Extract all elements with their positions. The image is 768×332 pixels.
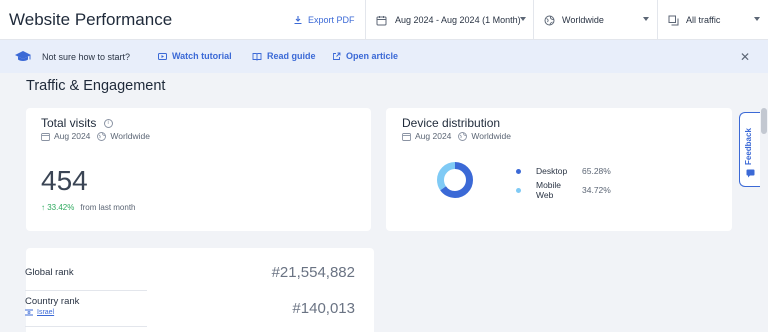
divider: [365, 0, 366, 40]
card-filters: Aug 2024 Worldwide: [41, 131, 150, 141]
info-icon[interactable]: i: [103, 119, 113, 129]
layers-icon: [668, 15, 679, 25]
legend-label: Desktop: [536, 166, 568, 176]
calendar-icon: [402, 132, 411, 141]
globe-icon: [544, 15, 555, 25]
feedback-label: Feedback: [744, 128, 753, 165]
device-donut-chart: [437, 162, 473, 198]
video-icon: [158, 52, 167, 60]
card-region: Worldwide: [471, 131, 511, 141]
global-rank-value: #21,554,882: [271, 264, 355, 281]
country-name: Israel: [37, 309, 55, 316]
feedback-tab[interactable]: Feedback: [739, 112, 760, 187]
graduation-cap-icon: [15, 51, 31, 61]
watch-tutorial-link[interactable]: Watch tutorial: [158, 51, 232, 61]
card-period: Aug 2024: [415, 131, 452, 141]
read-guide-link[interactable]: Read guide: [252, 51, 316, 61]
calendar-icon: [41, 132, 50, 141]
page-title: Website Performance: [9, 10, 173, 29]
legend-value: 65.28%: [582, 166, 611, 176]
card-filters: Aug 2024 Worldwide: [402, 131, 511, 141]
region-label: Worldwide: [562, 15, 604, 25]
change-percent: ↑ 33.42%: [41, 203, 75, 212]
total-visits-value: 454: [41, 165, 88, 196]
legend-label: Mobile Web: [536, 180, 562, 200]
book-icon: [252, 52, 262, 61]
change-suffix: from last month: [80, 203, 136, 212]
total-visits-title: Total visits i: [41, 116, 113, 130]
top-bar: Website Performance Export PDF Aug 2024 …: [0, 0, 768, 40]
globe-icon: [458, 131, 468, 141]
country-link[interactable]: Israel: [25, 309, 54, 316]
device-distribution-title: Device distribution: [402, 116, 501, 130]
banner-question: Not sure how to start?: [42, 52, 131, 62]
watch-tutorial-label: Watch tutorial: [172, 51, 232, 61]
open-article-label: Open article: [346, 51, 399, 61]
traffic-type-label: All traffic: [686, 15, 721, 25]
chevron-down-icon: [754, 17, 760, 21]
total-visits-card: Total visits i Aug 2024 Worldwide 454 ↑ …: [26, 108, 371, 231]
export-pdf-button[interactable]: Export PDF: [293, 0, 355, 40]
chevron-down-icon: [520, 17, 526, 21]
external-link-icon: [333, 52, 341, 60]
divider: [533, 0, 534, 40]
traffic-type-selector[interactable]: All traffic: [668, 0, 720, 40]
country-rank-label: Country rank: [25, 296, 80, 307]
open-article-link[interactable]: Open article: [332, 51, 398, 61]
close-icon[interactable]: ✕: [740, 50, 750, 64]
legend-dot: [516, 187, 521, 193]
feedback-icon: [746, 169, 755, 178]
read-guide-label: Read guide: [267, 51, 316, 61]
card-period: Aug 2024: [54, 131, 91, 141]
export-pdf-label: Export PDF: [308, 15, 355, 25]
card-region: Worldwide: [110, 131, 150, 141]
legend-value: 34.72%: [582, 185, 611, 195]
date-range-selector[interactable]: Aug 2024 - Aug 2024 (1 Month): [376, 0, 521, 40]
visits-change: ↑ 33.42% from last month: [41, 203, 136, 212]
divider: [25, 326, 147, 327]
divider: [657, 0, 658, 40]
legend-item-desktop: Desktop 65.28%: [516, 166, 611, 176]
country-rank-value: #140,013: [292, 300, 355, 317]
israel-flag-icon: [25, 309, 33, 316]
region-selector[interactable]: Worldwide: [544, 0, 604, 40]
download-icon: [294, 16, 302, 25]
scrollbar-thumb[interactable]: [761, 108, 767, 134]
legend-item-mobile-web: Mobile Web 34.72%: [516, 180, 611, 200]
legend-dot: [516, 168, 521, 174]
globe-icon: [97, 131, 107, 141]
chevron-down-icon: [643, 17, 649, 21]
date-range-label: Aug 2024 - Aug 2024 (1 Month): [395, 15, 521, 25]
global-rank-label: Global rank: [25, 267, 74, 278]
onboarding-banner: Not sure how to start? Watch tutorial Re…: [0, 40, 768, 73]
section-title: Traffic & Engagement: [26, 78, 166, 94]
calendar-icon: [376, 15, 387, 25]
divider: [25, 290, 147, 291]
